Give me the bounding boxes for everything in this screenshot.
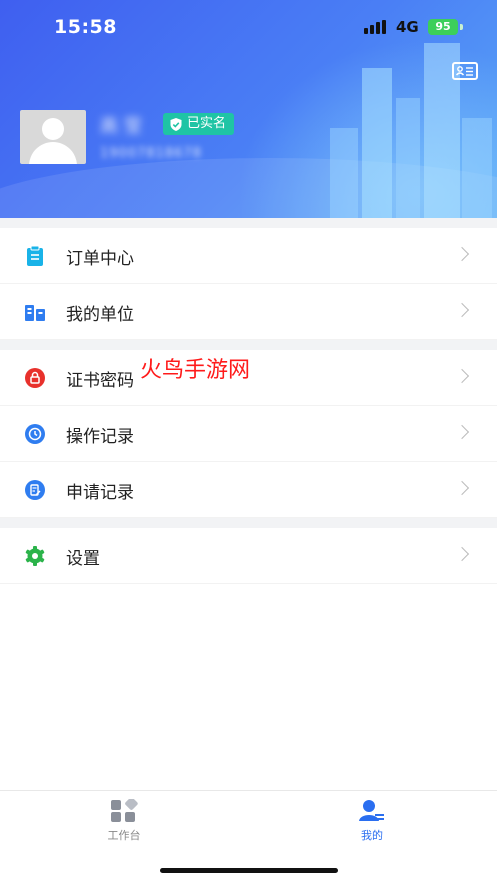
tab-mine[interactable]: 我的 <box>332 799 412 845</box>
history-clock-icon <box>25 424 45 444</box>
status-time: 15:58 <box>54 16 117 38</box>
chevron-right-icon <box>454 302 470 318</box>
avatar[interactable] <box>20 110 86 164</box>
menu-label: 证书密码 <box>66 371 134 391</box>
battery-tip <box>460 24 463 30</box>
clipboard-icon <box>27 245 43 266</box>
building-icon <box>25 305 45 321</box>
chevron-right-icon <box>454 546 470 562</box>
tab-workbench[interactable]: 工作台 <box>84 799 164 845</box>
edit-document-icon <box>25 480 45 500</box>
verified-badge: 已实名 <box>163 113 235 135</box>
user-icon <box>359 800 384 821</box>
home-indicator[interactable] <box>160 868 338 873</box>
tab-label: 我的 <box>361 829 383 842</box>
lock-icon <box>25 368 45 388</box>
status-bar: 15:58 4G 95 <box>0 0 497 54</box>
menu-label: 操作记录 <box>66 427 134 447</box>
gear-icon <box>25 546 45 566</box>
watermark: 火鸟手游网 <box>140 358 251 383</box>
menu-item-apply-log[interactable]: 申请记录 <box>0 462 497 518</box>
user-phone: 19007818678 <box>100 146 202 161</box>
shield-check-icon <box>170 117 182 131</box>
verified-label: 已实名 <box>187 116 227 131</box>
section-divider <box>0 518 497 528</box>
menu-item-settings[interactable]: 设置 <box>0 528 497 584</box>
grid-icon <box>111 799 138 822</box>
chevron-right-icon <box>454 246 470 262</box>
profile-header: 15:58 4G 95 高 莹 已实名 19007818678 <box>0 0 497 218</box>
header-swoosh <box>0 158 497 218</box>
menu-label: 订单中心 <box>66 249 134 269</box>
building-decoration <box>396 98 420 218</box>
battery-icon: 95 <box>428 19 458 35</box>
menu-label: 设置 <box>66 549 100 569</box>
menu-item-my-unit[interactable]: 我的单位 <box>0 284 497 340</box>
building-decoration <box>462 118 492 218</box>
menu-label: 申请记录 <box>66 483 134 503</box>
chevron-right-icon <box>454 424 470 440</box>
menu-item-order-center[interactable]: 订单中心 <box>0 228 497 284</box>
id-card-icon[interactable] <box>452 62 478 80</box>
chevron-right-icon <box>454 480 470 496</box>
menu-label: 我的单位 <box>66 305 134 325</box>
building-decoration <box>362 68 392 218</box>
user-name: 高 莹 <box>100 116 142 137</box>
section-divider <box>0 340 497 350</box>
building-decoration <box>330 128 358 218</box>
signal-icon <box>364 20 388 34</box>
section-divider <box>0 218 497 228</box>
chevron-right-icon <box>454 368 470 384</box>
menu-item-operation-log[interactable]: 操作记录 <box>0 406 497 462</box>
tab-label: 工作台 <box>107 829 141 842</box>
network-type: 4G <box>396 18 419 36</box>
